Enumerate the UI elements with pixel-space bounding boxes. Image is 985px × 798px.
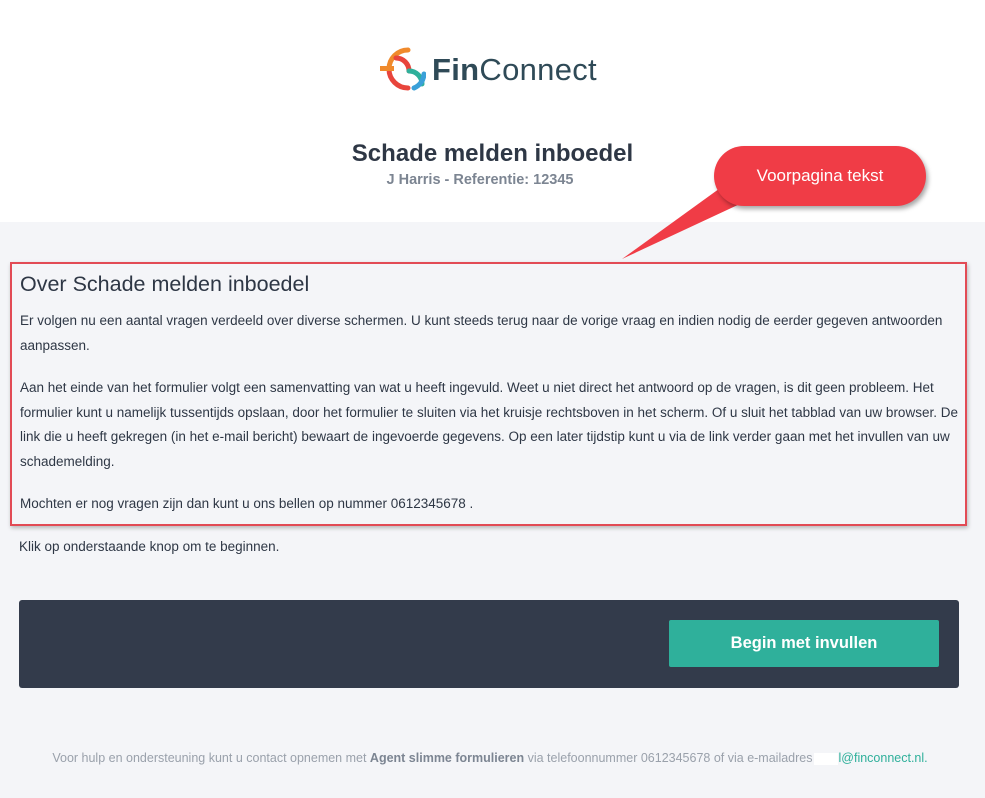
- footer-help-text: Voor hulp en ondersteuning kunt u contac…: [0, 751, 980, 765]
- intro-section: Over Schade melden inboedel Er volgen nu…: [10, 262, 967, 526]
- footer-prefix: Voor hulp en ondersteuning kunt u contac…: [52, 751, 370, 765]
- start-hint: Klik op onderstaande knop om te beginnen…: [19, 539, 280, 554]
- intro-paragraph: Aan het einde van het formulier volgt ee…: [20, 380, 958, 469]
- page: FinConnect Schade melden inboedel J Harr…: [0, 0, 985, 798]
- brand-name: FinConnect: [432, 54, 597, 85]
- finconnect-mark-icon: [380, 47, 426, 91]
- footer-middle: via telefoonnummer 0612345678 of via e-m…: [524, 751, 813, 765]
- action-bar: Begin met invullen: [19, 600, 959, 688]
- intro-paragraph: Mochten er nog vragen zijn dan kunt u on…: [20, 496, 474, 511]
- intro-paragraph: Er volgen nu een aantal vragen verdeeld …: [20, 313, 943, 353]
- intro-heading: Over Schade melden inboedel: [20, 272, 310, 296]
- finconnect-logo: FinConnect: [378, 44, 597, 94]
- brand-name-regular: Connect: [479, 51, 597, 87]
- intro-body: Er volgen nu een aantal vragen verdeeld …: [20, 309, 965, 535]
- footer-email-link[interactable]: l@finconnect.nl: [839, 751, 925, 765]
- brand-name-bold: Fin: [432, 51, 480, 87]
- annotation-callout: Voorpagina tekst: [714, 146, 926, 206]
- redacted-area: [813, 752, 838, 765]
- begin-button[interactable]: Begin met invullen: [669, 620, 939, 667]
- main-content: Over Schade melden inboedel Er volgen nu…: [0, 222, 985, 798]
- footer-end: .: [924, 751, 928, 765]
- footer-agent: Agent slimme formulieren: [369, 751, 525, 765]
